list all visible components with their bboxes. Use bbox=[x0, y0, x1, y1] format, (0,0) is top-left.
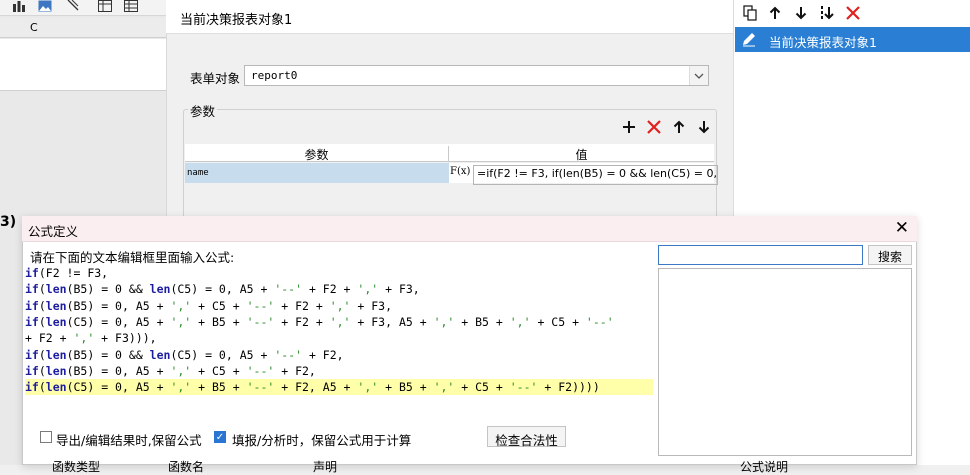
bar-chart-icon[interactable] bbox=[12, 0, 26, 12]
edit-pencil-icon bbox=[743, 33, 755, 47]
params-label: 参数 bbox=[188, 101, 218, 120]
search-button[interactable]: 搜索 bbox=[868, 245, 912, 265]
sheet-cells[interactable] bbox=[0, 39, 166, 91]
image-icon[interactable] bbox=[38, 0, 52, 12]
object-list-item[interactable]: 当前决策报表对象1 bbox=[735, 27, 970, 52]
add-icon[interactable] bbox=[621, 119, 637, 135]
copy-icon[interactable] bbox=[742, 5, 758, 21]
function-type-header: 函数类型 bbox=[52, 460, 101, 474]
delete-object-icon[interactable] bbox=[845, 5, 861, 21]
formula-line[interactable]: if(len(B5) = 0, A5 + ',' + C5 + '--' + F… bbox=[25, 363, 653, 379]
column-header: C bbox=[0, 18, 166, 38]
dialog-title: 公式定义 bbox=[28, 224, 79, 239]
formula-prompt: 请在下面的文本编辑框里面输入公式: bbox=[30, 250, 235, 265]
property-title-bar: 当前决策报表对象1 bbox=[166, 0, 733, 34]
move-down-icon[interactable] bbox=[793, 5, 809, 21]
param-value-input[interactable]: =if(F2 != F3, if(len(B5) = 0 && len(C5) … bbox=[473, 165, 718, 185]
close-icon[interactable]: ✕ bbox=[895, 219, 909, 237]
formula-editor[interactable]: if(F2 != F3, if(len(B5) = 0 && len(C5) = … bbox=[25, 265, 655, 415]
chevron-down-icon[interactable] bbox=[689, 66, 708, 85]
declaration-header: 声明 bbox=[313, 460, 338, 474]
grid-icon[interactable] bbox=[124, 0, 138, 12]
fill-keep-formula-label: 填报/分析时，保留公式用于计算 bbox=[232, 433, 412, 448]
formula-line[interactable]: if(len(B5) = 0 && len(C5) = 0, A5 + '--'… bbox=[25, 281, 653, 297]
formula-description-header: 公式说明 bbox=[740, 460, 789, 474]
arrow-up-icon[interactable] bbox=[671, 119, 687, 135]
property-title: 当前决策报表对象1 bbox=[180, 13, 293, 28]
table-icon[interactable] bbox=[98, 0, 112, 12]
formula-line[interactable]: if(len(C5) = 0, A5 + ',' + B5 + '--' + F… bbox=[25, 314, 653, 330]
form-object-label: 表单对象 bbox=[190, 71, 241, 86]
params-header-name: 参数 bbox=[185, 146, 449, 162]
fill-keep-formula-checkbox[interactable]: ✓ bbox=[214, 431, 226, 443]
move-up-icon[interactable] bbox=[767, 5, 783, 21]
column-header-label: C bbox=[30, 21, 38, 34]
param-name-cell[interactable]: name bbox=[185, 163, 449, 183]
export-keep-formula-checkbox[interactable] bbox=[40, 431, 52, 443]
export-keep-formula-label: 导出/编辑结果时,保留公式 bbox=[56, 433, 202, 448]
form-object-select[interactable]: report0 bbox=[244, 65, 709, 86]
function-search-input[interactable] bbox=[658, 245, 863, 265]
check-icon: ✓ bbox=[215, 432, 225, 443]
arrow-down-icon[interactable] bbox=[696, 119, 712, 135]
formula-line[interactable]: + F2 + ',' + F3))), bbox=[25, 330, 653, 346]
slash-tool-icon[interactable] bbox=[66, 0, 80, 12]
row-marker: 3) bbox=[0, 214, 17, 230]
params-table-header: 参数 值 bbox=[185, 144, 714, 162]
function-name-header: 函数名 bbox=[168, 460, 205, 474]
dialog-titlebar: 公式定义 ✕ bbox=[22, 216, 917, 242]
check-validity-button[interactable]: 检查合法性 bbox=[487, 426, 566, 448]
delete-icon[interactable] bbox=[646, 119, 662, 135]
formula-line[interactable]: if(len(B5) = 0, A5 + ',' + C5 + '--' + F… bbox=[25, 298, 653, 314]
params-header-value: 值 bbox=[575, 148, 588, 162]
table-row[interactable]: name F(x) =if(F2 != F3, if(len(B5) = 0 &… bbox=[185, 163, 718, 185]
formula-line[interactable]: if(len(B5) = 0 && len(C5) = 0, A5 + '--'… bbox=[25, 347, 653, 363]
sheet-toolbar bbox=[0, 0, 166, 16]
formula-line[interactable]: if(F2 != F3, bbox=[25, 265, 653, 281]
object-list-item-label: 当前决策报表对象1 bbox=[769, 35, 877, 50]
form-object-value: report0 bbox=[251, 69, 298, 82]
function-description-box bbox=[658, 268, 912, 456]
fx-icon: F(x) bbox=[450, 166, 471, 177]
formula-line[interactable]: if(len(C5) = 0, A5 + ',' + B5 + '--' + F… bbox=[25, 379, 653, 396]
move-bottom-icon[interactable] bbox=[819, 5, 835, 21]
formula-fx-button[interactable]: F(x) bbox=[450, 163, 470, 184]
